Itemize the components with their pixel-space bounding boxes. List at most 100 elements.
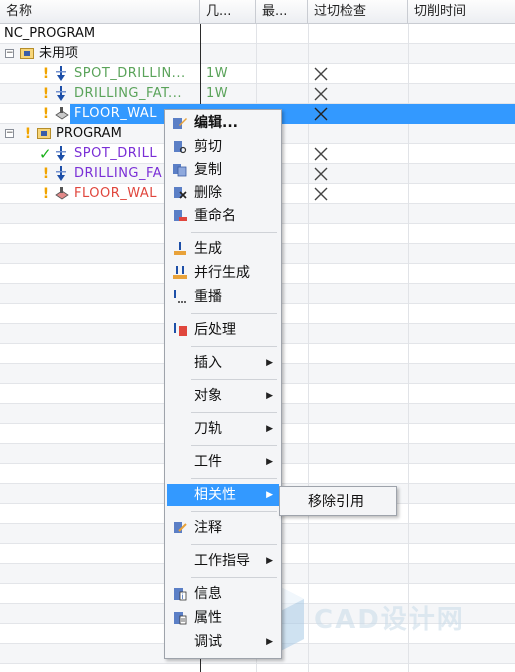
menu-item-rename[interactable]: 重命名	[167, 205, 279, 227]
check-icon: ✓	[39, 145, 52, 163]
submenu-arrow-icon: ▶	[266, 457, 273, 467]
menu-label: 属性	[194, 610, 222, 626]
operation-name: DRILLING_FA	[74, 166, 163, 181]
gouge-check-x-icon	[314, 167, 328, 181]
warning-icon: !	[42, 106, 50, 122]
generate-icon	[174, 242, 186, 255]
gouge-check-x-icon	[314, 107, 328, 121]
folder-icon	[20, 48, 34, 59]
menu-separator	[191, 379, 277, 380]
properties-icon	[174, 612, 187, 625]
watermark-text: CAD设计网	[314, 605, 465, 635]
menu-separator	[191, 232, 277, 233]
edit-icon	[173, 118, 187, 129]
postprocess-icon	[174, 323, 187, 336]
operation-name: FLOOR_WAL	[74, 106, 158, 121]
menu-separator	[191, 478, 277, 479]
menu-item-generate[interactable]: 生成	[167, 238, 279, 260]
gouge-check-x-icon	[314, 147, 328, 161]
menu-label: 编辑...	[194, 115, 238, 131]
grid-row	[0, 664, 515, 672]
submenu-item-remove-reference[interactable]: 移除引用	[308, 491, 364, 511]
drill-operation-icon	[56, 86, 66, 101]
operation-name: FLOOR_WAL	[74, 186, 158, 201]
mill-operation-icon	[55, 107, 69, 120]
menu-label: 调试	[194, 634, 222, 650]
menu-item-debug[interactable]: 调试 ▶	[167, 631, 279, 653]
menu-item-postprocess[interactable]: 后处理	[167, 319, 279, 341]
menu-separator	[191, 346, 277, 347]
drill-operation-icon	[56, 66, 66, 81]
submenu-arrow-icon: ▶	[266, 391, 273, 401]
gouge-check-x-icon	[314, 67, 328, 81]
menu-label: 对象	[194, 388, 222, 404]
menu-item-properties[interactable]: 属性	[167, 607, 279, 629]
menu-item-workpiece[interactable]: 工件 ▶	[167, 451, 279, 473]
menu-label: 重命名	[194, 208, 236, 224]
menu-label: 后处理	[194, 322, 236, 338]
menu-item-object[interactable]: 对象 ▶	[167, 385, 279, 407]
annotation-icon	[174, 522, 187, 533]
warning-icon: !	[42, 166, 50, 182]
tree-group-unused[interactable]: − 未用项	[0, 44, 200, 64]
collapse-icon[interactable]: −	[5, 129, 14, 138]
drill-operation-icon	[56, 166, 66, 181]
menu-separator	[191, 412, 277, 413]
menu-label: 重播	[194, 289, 222, 305]
menu-item-insert[interactable]: 插入 ▶	[167, 352, 279, 374]
operation-name: SPOT_DRILLIN...	[74, 66, 186, 81]
menu-label: 剪切	[194, 139, 222, 155]
menu-item-info[interactable]: i 信息	[167, 583, 279, 605]
menu-separator	[191, 544, 277, 545]
warning-icon: !	[42, 66, 50, 82]
menu-item-parallel-generate[interactable]: 并行生成	[167, 262, 279, 284]
mill-operation-icon	[55, 187, 69, 200]
menu-label: 删除	[194, 185, 222, 201]
replay-icon	[174, 290, 186, 303]
column-header-geometry[interactable]: 几...	[200, 0, 256, 24]
submenu-arrow-icon: ▶	[266, 424, 273, 434]
menu-item-replay[interactable]: 重播	[167, 286, 279, 308]
menu-item-dependency[interactable]: 相关性 ▶	[167, 484, 279, 506]
column-header-gouge-check[interactable]: 过切检查	[308, 0, 408, 24]
parallel-generate-icon	[173, 266, 187, 279]
svg-text:i: i	[182, 593, 184, 601]
delete-icon	[174, 187, 187, 199]
menu-separator	[191, 577, 277, 578]
column-header-last[interactable]: 最...	[256, 0, 308, 24]
submenu-arrow-icon: ▶	[266, 556, 273, 566]
menu-item-delete[interactable]: 删除	[167, 182, 279, 204]
column-header-name[interactable]: 名称	[0, 0, 200, 24]
drill-operation-icon	[56, 146, 66, 161]
menu-item-toolpath[interactable]: 刀轨 ▶	[167, 418, 279, 440]
tree-item[interactable]: ! SPOT_DRILLIN... 1W	[0, 64, 515, 84]
warning-icon: !	[24, 126, 32, 142]
rename-icon	[174, 210, 187, 221]
menu-item-work-instruction[interactable]: 工作指导 ▶	[167, 550, 279, 572]
menu-item-copy[interactable]: 复制	[167, 159, 279, 181]
menu-label: 注释	[194, 520, 222, 536]
menu-item-annotation[interactable]: 注释	[167, 517, 279, 539]
dependency-submenu: 移除引用	[279, 486, 397, 516]
group-label: 未用项	[39, 46, 79, 61]
menu-item-cut[interactable]: 剪切	[167, 136, 279, 158]
warning-icon: !	[42, 186, 50, 202]
folder-icon	[37, 128, 51, 139]
menu-separator	[191, 445, 277, 446]
operation-name: SPOT_DRILL	[74, 146, 158, 161]
operation-name: DRILLING_FAT...	[74, 86, 182, 101]
menu-separator	[191, 313, 277, 314]
geometry-value: 1W	[206, 86, 229, 101]
context-menu: 编辑... 剪切 复制 删除 重命名 生成 并行生成 重播 后处理 插入 ▶ 对	[164, 109, 282, 659]
column-header-bar: 名称 几... 最... 过切检查 切削时间	[0, 0, 515, 24]
group-label: PROGRAM	[56, 126, 122, 141]
column-header-cut-time[interactable]: 切削时间	[408, 0, 515, 24]
geometry-value: 1W	[206, 66, 229, 81]
collapse-icon[interactable]: −	[5, 49, 14, 58]
warning-icon: !	[42, 86, 50, 102]
tree-root[interactable]: NC_PROGRAM	[4, 24, 95, 44]
menu-separator	[191, 511, 277, 512]
tree-item[interactable]: ! DRILLING_FAT... 1W	[0, 84, 515, 104]
cut-icon	[174, 141, 187, 154]
menu-item-edit[interactable]: 编辑...	[167, 112, 279, 134]
